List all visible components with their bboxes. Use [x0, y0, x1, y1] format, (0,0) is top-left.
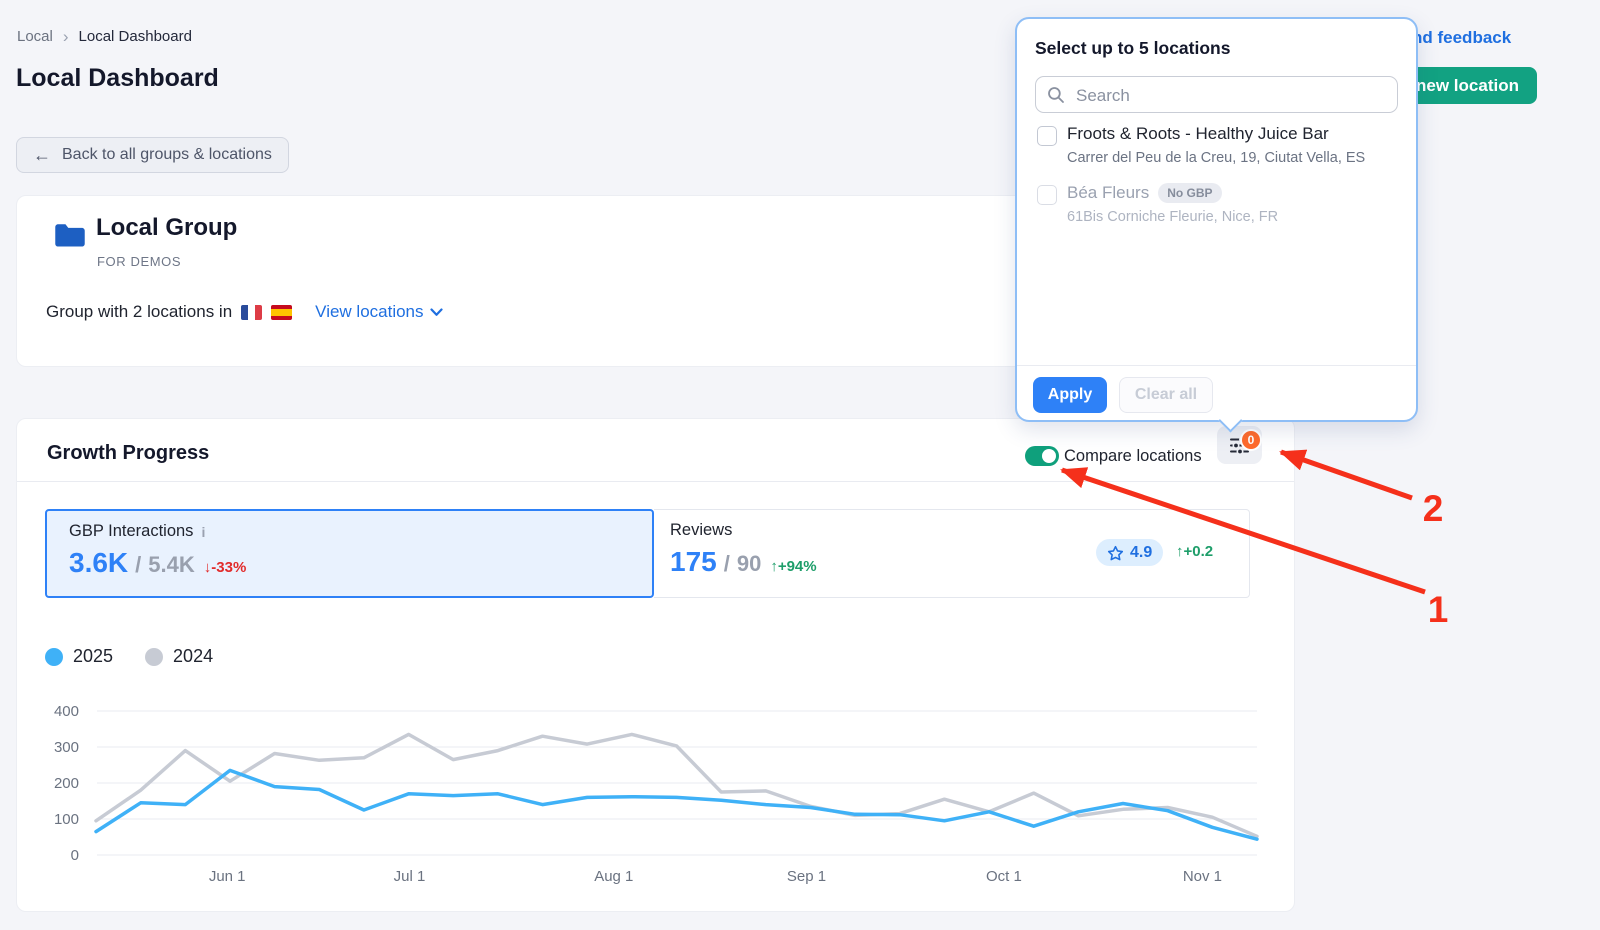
location-name: Froots & Roots - Healthy Juice Bar	[1067, 124, 1329, 144]
rating-badge: 4.9	[1096, 539, 1163, 566]
legend-item-2025[interactable]: 2025	[45, 646, 113, 667]
reviews-label: Reviews	[670, 521, 732, 540]
view-locations-link[interactable]: View locations	[315, 302, 442, 322]
line-series-2024	[96, 734, 1257, 836]
location-checkbox[interactable]	[1037, 126, 1057, 146]
arrow-left-icon: ←	[33, 145, 51, 166]
folder-icon	[54, 222, 86, 249]
stat-card-reviews[interactable]: Reviews 175 / 90 ↑+94% 4.9 ↑+0.2	[654, 509, 1250, 598]
chevron-down-icon	[430, 308, 443, 317]
back-button[interactable]: ← Back to all groups & locations	[16, 137, 289, 173]
annotation-label-2: 2	[1423, 488, 1444, 529]
clear-all-button[interactable]: Clear all	[1119, 377, 1213, 413]
location-name: Béa Fleurs	[1067, 183, 1149, 203]
select-locations-popup: Select up to 5 locations Froots & Roots …	[1015, 17, 1418, 422]
y-axis-tick: 100	[54, 811, 79, 828]
local-dashboard-page: Local › Local Dashboard Local Dashboard …	[0, 0, 1600, 930]
star-icon	[1107, 545, 1124, 561]
reviews-value: 175	[670, 546, 717, 578]
flag-france-icon	[241, 305, 262, 320]
group-title: Local Group	[96, 214, 237, 242]
feedback-link[interactable]: nd feedback	[1412, 28, 1511, 48]
no-gbp-badge: No GBP	[1158, 183, 1221, 203]
growth-progress-title: Growth Progress	[47, 442, 209, 465]
breadcrumb-current: Local Dashboard	[79, 28, 192, 45]
flag-spain-icon	[271, 305, 292, 320]
breadcrumb: Local › Local Dashboard	[17, 28, 192, 45]
x-axis-tick: Sep 1	[787, 868, 826, 885]
y-axis-tick: 0	[71, 847, 79, 864]
location-checkbox	[1037, 185, 1057, 205]
location-address: 61Bis Corniche Fleurie, Nice, FR	[1067, 209, 1278, 225]
rating-delta: ↑+0.2	[1176, 543, 1213, 560]
chevron-right-icon: ›	[63, 28, 69, 45]
reviews-delta: ↑+94%	[770, 558, 816, 575]
gbp-value: 3.6K	[69, 547, 128, 579]
value-separator: /	[724, 551, 730, 577]
legend-dot-2025	[45, 648, 63, 666]
divider	[17, 481, 1294, 482]
info-icon[interactable]: i	[201, 524, 205, 540]
y-axis-tick: 200	[54, 775, 79, 792]
search-input[interactable]	[1074, 78, 1393, 113]
popup-title: Select up to 5 locations	[1035, 38, 1230, 59]
legend-label-2024: 2024	[173, 646, 213, 667]
y-axis-tick: 300	[54, 739, 79, 756]
legend-label-2025: 2025	[73, 646, 113, 667]
back-button-label: Back to all groups & locations	[62, 146, 272, 164]
x-axis-tick: Jun 1	[209, 868, 246, 885]
group-locations-row: Group with 2 locations in View locations	[46, 302, 443, 322]
breadcrumb-local[interactable]: Local	[17, 28, 53, 45]
legend-dot-2024	[145, 648, 163, 666]
group-subtitle: FOR DEMOS	[97, 254, 181, 269]
x-axis-tick: Oct 1	[986, 868, 1022, 885]
apply-button[interactable]: Apply	[1033, 377, 1107, 413]
legend-item-2024[interactable]: 2024	[145, 646, 213, 667]
reviews-previous-value: 90	[737, 551, 761, 577]
value-separator: /	[135, 552, 141, 578]
toggle-knob	[1042, 449, 1056, 463]
y-axis-tick: 400	[54, 703, 79, 720]
search-box	[1035, 76, 1398, 113]
x-axis-tick: Nov 1	[1183, 868, 1222, 885]
view-locations-label: View locations	[315, 302, 423, 322]
annotation-label-1: 1	[1428, 589, 1449, 630]
x-axis-tick: Aug 1	[594, 868, 633, 885]
compare-locations-label: Compare locations	[1064, 446, 1202, 466]
chart-legend: 2025 2024	[45, 646, 213, 667]
rating-value: 4.9	[1130, 544, 1152, 562]
gbp-delta: ↓-33%	[204, 559, 247, 576]
x-axis-tick: Jul 1	[394, 868, 426, 885]
arrow-to-filter	[1281, 452, 1412, 498]
gbp-previous-value: 5.4K	[148, 552, 194, 578]
location-address: Carrer del Peu de la Creu, 19, Ciutat Ve…	[1067, 150, 1365, 166]
gbp-interactions-label: GBP Interactions	[69, 522, 193, 541]
filter-count-badge: 0	[1240, 429, 1262, 451]
divider	[1017, 365, 1416, 366]
page-title: Local Dashboard	[16, 64, 219, 93]
group-locations-text: Group with 2 locations in	[46, 302, 232, 322]
line-series-2025	[96, 770, 1257, 839]
growth-progress-card: Growth Progress Compare locations 0 GBP …	[16, 418, 1295, 912]
stat-card-gbp-interactions[interactable]: GBP Interactions i 3.6K / 5.4K ↓-33%	[45, 509, 654, 598]
search-icon	[1047, 86, 1065, 104]
add-location-button[interactable]: new location	[1398, 67, 1537, 104]
compare-locations-toggle[interactable]	[1025, 446, 1059, 466]
